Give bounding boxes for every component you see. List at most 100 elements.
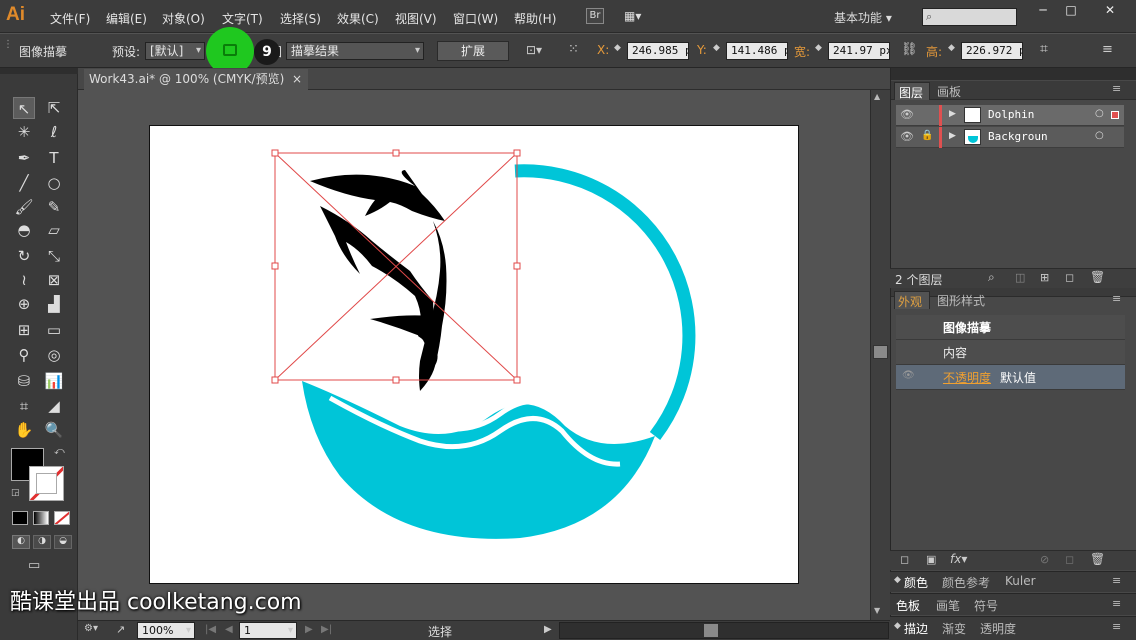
width-stepper-icon[interactable]: ◆ bbox=[815, 43, 822, 53]
hscroll-thumb[interactable] bbox=[704, 624, 718, 637]
mesh-tool-icon[interactable]: ⊞ bbox=[13, 319, 35, 341]
tab-stroke[interactable]: 描边 bbox=[904, 620, 928, 637]
direct-selection-tool-icon[interactable]: ⇱ bbox=[43, 97, 65, 119]
visibility-eye-icon[interactable]: 👁 bbox=[902, 370, 915, 381]
hand-tool-icon[interactable]: ✋ bbox=[13, 419, 35, 441]
share-icon[interactable]: ↗ bbox=[116, 623, 125, 636]
layers-menu-icon[interactable]: ≡ bbox=[1112, 82, 1121, 95]
appearance-opacity-row[interactable]: 👁 不透明度 默认值 bbox=[896, 365, 1125, 390]
new-sublayer-icon[interactable]: ⊞ bbox=[1040, 271, 1049, 284]
duplicate-item-icon[interactable]: ◻ bbox=[1065, 553, 1074, 566]
tab-brushes[interactable]: 画笔 bbox=[936, 597, 960, 614]
shape-builder-tool-icon[interactable]: ⊕ bbox=[13, 293, 35, 315]
menu-type[interactable]: 文字(T) bbox=[222, 10, 263, 27]
add-effect-icon[interactable]: fx▾ bbox=[950, 552, 967, 566]
menu-effect[interactable]: 效果(C) bbox=[337, 10, 379, 27]
symbol-sprayer-tool-icon[interactable]: ⛁ bbox=[13, 370, 35, 392]
reference-point-icon[interactable]: ⁙ bbox=[568, 42, 579, 57]
restore-button[interactable]: □ bbox=[1055, 0, 1087, 20]
scroll-up-icon[interactable]: ▲ bbox=[874, 92, 880, 101]
opacity-link[interactable]: 不透明度 bbox=[943, 369, 991, 386]
screen-mode-icon[interactable]: ▭ bbox=[28, 558, 48, 574]
none-mode-icon[interactable] bbox=[54, 511, 70, 525]
panel-menu-icon[interactable]: ≡ bbox=[1102, 42, 1113, 57]
clear-appearance-icon[interactable]: ⊘ bbox=[1040, 553, 1049, 566]
target-circle-icon[interactable]: ○ bbox=[1095, 130, 1104, 141]
draw-inside-icon[interactable]: ◒ bbox=[54, 535, 72, 549]
tab-color[interactable]: 颜色 bbox=[904, 574, 928, 591]
expand-triangle-icon[interactable]: ▶ bbox=[949, 109, 956, 119]
width-field[interactable]: 241.97 px bbox=[828, 42, 890, 60]
add-stroke-icon[interactable]: ◻ bbox=[900, 553, 909, 566]
collapse-arrows-icon[interactable]: ◆ bbox=[894, 575, 901, 585]
status-menu-icon[interactable]: ⚙▾ bbox=[84, 623, 98, 634]
swap-colors-icon[interactable]: ⤺ bbox=[54, 446, 65, 457]
locate-object-icon[interactable]: ⌕ bbox=[988, 270, 995, 285]
arrange-documents-icon[interactable]: ▦▾ bbox=[624, 9, 652, 23]
magic-wand-tool-icon[interactable]: ✳ bbox=[13, 121, 35, 143]
default-colors-icon[interactable]: ◲ bbox=[11, 488, 20, 498]
menu-file[interactable]: 文件(F) bbox=[50, 10, 90, 27]
pencil-tool-icon[interactable]: ✎ bbox=[43, 196, 65, 218]
preset-dropdown[interactable]: [默认] bbox=[145, 42, 205, 60]
make-clipping-mask-icon[interactable]: ◫ bbox=[1015, 271, 1025, 284]
expand-triangle-icon[interactable]: ▶ bbox=[949, 131, 956, 141]
x-stepper-icon[interactable]: ◆ bbox=[614, 43, 621, 53]
stroke-swatch[interactable] bbox=[29, 466, 64, 501]
transform-icon[interactable]: ⌗ bbox=[1040, 41, 1048, 57]
layer-row-dolphin[interactable]: 👁 ▶ Dolphin ○ bbox=[896, 105, 1124, 126]
visibility-eye-icon[interactable]: 👁 bbox=[900, 108, 914, 121]
first-artboard-icon[interactable]: |◀ bbox=[205, 624, 216, 635]
scroll-thumb[interactable] bbox=[873, 345, 888, 359]
tab-artboards[interactable]: 画板 bbox=[937, 83, 961, 100]
layer-name[interactable]: Backgroun bbox=[988, 130, 1048, 143]
x-field[interactable]: 246.985 p bbox=[627, 42, 689, 60]
eraser-tool-icon[interactable]: ▱ bbox=[43, 219, 65, 241]
lock-icon[interactable]: 🔒 bbox=[921, 130, 933, 141]
view-dropdown[interactable]: 描摹结果 bbox=[286, 42, 424, 60]
gradient-tool-icon[interactable]: ▭ bbox=[43, 319, 65, 341]
selection-tool-icon[interactable]: ↖ bbox=[13, 97, 35, 119]
new-layer-icon[interactable]: ◻ bbox=[1065, 271, 1074, 284]
bridge-button[interactable]: Br bbox=[586, 8, 604, 24]
line-tool-icon[interactable]: ╱ bbox=[13, 172, 35, 194]
tab-graphic-styles[interactable]: 图形样式 bbox=[937, 292, 985, 309]
layer-name[interactable]: Dolphin bbox=[988, 108, 1034, 121]
scroll-down-icon[interactable]: ▼ bbox=[874, 606, 880, 615]
dock-row-menu-icon[interactable]: ≡ bbox=[1112, 574, 1121, 587]
eyedropper-tool-icon[interactable]: ⚲ bbox=[13, 344, 35, 366]
tab-transparency[interactable]: 透明度 bbox=[980, 620, 1016, 637]
blend-tool-icon[interactable]: ◎ bbox=[43, 344, 65, 366]
scale-tool-icon[interactable]: ⤡ bbox=[43, 245, 65, 267]
type-tool-icon[interactable]: T bbox=[43, 147, 65, 169]
gradient-mode-icon[interactable] bbox=[33, 511, 49, 525]
perspective-grid-tool-icon[interactable]: ▟ bbox=[43, 293, 65, 315]
menu-edit[interactable]: 编辑(E) bbox=[106, 10, 147, 27]
visibility-eye-icon[interactable]: 👁 bbox=[900, 130, 914, 143]
menu-window[interactable]: 窗口(W) bbox=[453, 10, 498, 27]
tab-gradient[interactable]: 渐变 bbox=[942, 620, 966, 637]
document-tab[interactable]: Work43.ai* @ 100% (CMYK/预览) × bbox=[84, 69, 308, 90]
lasso-tool-icon[interactable]: ℓ bbox=[43, 121, 65, 143]
tab-appearance[interactable]: 外观 bbox=[894, 291, 930, 309]
close-button[interactable]: ✕ bbox=[1085, 0, 1135, 20]
free-transform-tool-icon[interactable]: ⊠ bbox=[43, 269, 65, 291]
y-stepper-icon[interactable]: ◆ bbox=[713, 43, 720, 53]
rotate-tool-icon[interactable]: ↻ bbox=[13, 245, 35, 267]
target-circle-icon[interactable]: ○ bbox=[1095, 108, 1104, 119]
collapse-arrows-icon[interactable]: ◆ bbox=[894, 621, 901, 631]
artboard[interactable] bbox=[149, 125, 799, 584]
close-tab-icon[interactable]: × bbox=[292, 69, 302, 89]
horizontal-scrollbar[interactable] bbox=[559, 622, 889, 639]
menu-object[interactable]: 对象(O) bbox=[162, 10, 205, 27]
column-graph-tool-icon[interactable]: 📊 bbox=[43, 370, 65, 392]
add-fill-icon[interactable]: ▣ bbox=[926, 553, 936, 566]
y-field[interactable]: 141.486 p bbox=[726, 42, 788, 60]
tab-layers[interactable]: 图层 bbox=[894, 82, 930, 100]
menu-select[interactable]: 选择(S) bbox=[280, 10, 321, 27]
constrain-link-icon[interactable]: ⛓ bbox=[901, 42, 918, 57]
status-expand-icon[interactable]: ▶ bbox=[544, 624, 552, 635]
zoom-dropdown[interactable]: 100% bbox=[137, 622, 195, 639]
tab-color-guide[interactable]: 颜色参考 bbox=[942, 574, 990, 591]
dock-row-menu-icon[interactable]: ≡ bbox=[1112, 597, 1121, 610]
